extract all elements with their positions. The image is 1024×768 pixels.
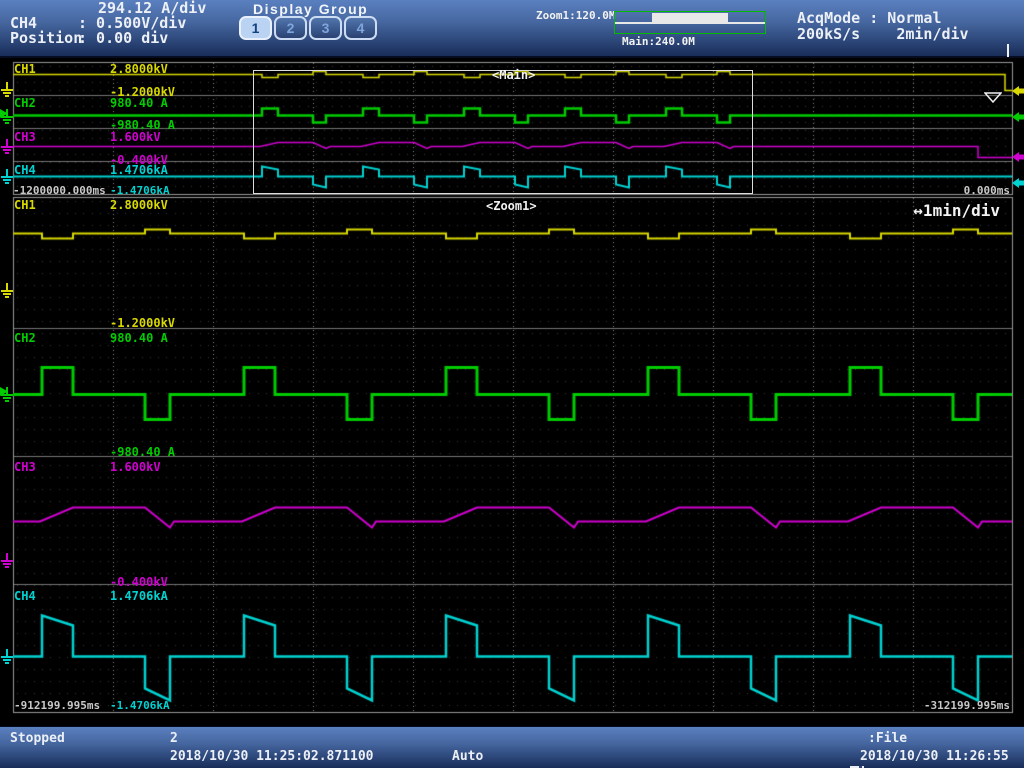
acquisition-state: Stopped	[10, 732, 65, 745]
main-ch2-label: CH2	[14, 97, 36, 109]
header-bar: 294.12 A/div CH4 : 0.500V/div Position :…	[0, 0, 1024, 58]
main-ch3-label: CH3	[14, 131, 36, 143]
main-ch4-label: CH4	[14, 164, 36, 176]
zoom-ch2-top-value: 980.40 A	[110, 332, 168, 344]
display-group-label: Display Group	[253, 2, 368, 16]
zoom1-window-box[interactable]	[253, 70, 753, 194]
zoom-ch3-ground-icon	[0, 553, 14, 568]
acq-mode-text: AcqMode : Normal	[797, 11, 942, 26]
file-label: :File	[868, 732, 907, 745]
zoom-ch1-ground-icon	[0, 283, 14, 298]
trigger-position-marker[interactable]	[984, 60, 1023, 135]
zoom-timebase-label: ↔1min/div	[913, 203, 1000, 219]
main-ch1-top-value: 2.8000kV	[110, 63, 168, 75]
trigger-time-tick	[1007, 44, 1009, 57]
zoom-window-fill[interactable]	[652, 13, 728, 22]
ch3-position-marker[interactable]	[1012, 151, 1024, 163]
status-bar: Stopped 2 2018/10/30 11:25:02.871100 Aut…	[0, 726, 1024, 768]
system-datetime: 2018/10/30 11:26:55	[860, 750, 1009, 763]
main-ch2-top-value: 980.40 A	[110, 97, 168, 109]
zoom-bar-midline	[615, 22, 765, 24]
main-ch3-top-value: 1.600kV	[110, 131, 161, 143]
zoom-right-timestamp: -312199.995ms	[924, 700, 1010, 711]
trigger-mode: Auto	[452, 750, 483, 763]
position-label: Position	[10, 31, 82, 46]
trigger-count: 2	[170, 732, 178, 745]
zoom-view-title: <Zoom1>	[486, 200, 537, 212]
main-left-timestamp: -1200000.000ms	[13, 185, 106, 196]
main-ch2-ground-icon	[0, 109, 14, 124]
zoom-position-bar[interactable]	[614, 11, 766, 34]
zoom-ch4-label: CH4	[14, 590, 36, 602]
display-group-button-1[interactable]: 1	[239, 16, 272, 40]
display-group-button-2[interactable]: 2	[274, 16, 307, 40]
zoom-ch4-top-value: 1.4706kA	[110, 590, 168, 602]
zoom-ch2-label: CH2	[14, 332, 36, 344]
main-ch4-bottom-value: -1.4706kA	[110, 185, 170, 196]
ch4-position-marker[interactable]	[1012, 177, 1024, 189]
zoom-ch1-label: CH1	[14, 199, 36, 211]
main-ch1-ground-icon	[0, 82, 14, 97]
display-group-button-3[interactable]: 3	[309, 16, 342, 40]
main-view-title: <Main>	[492, 69, 535, 81]
main-right-timestamp: 0.000ms	[964, 185, 1010, 196]
scope-screen: 294.12 A/div CH4 : 0.500V/div Position :…	[0, 0, 1024, 768]
zoom-ch4-bottom-value: -1.4706kA	[110, 700, 170, 711]
main-range-label: Main:240.0M	[622, 36, 695, 47]
main-ch4-ground-icon	[0, 169, 14, 184]
zoom-range-label: Zoom1:120.0M	[536, 10, 615, 21]
zoom-ch4-ground-icon	[0, 649, 14, 664]
main-ch4-top-value: 1.4706kA	[110, 164, 168, 176]
sample-rate-text: 200kS/s 2min/div	[797, 27, 969, 42]
position-value: : 0.00 div	[78, 31, 168, 46]
zoom-ch3-bottom-value: -0.400kV	[110, 576, 168, 588]
acquisition-datetime: 2018/10/30 11:25:02.871100	[170, 750, 374, 763]
main-ch3-ground-icon	[0, 139, 14, 154]
zoom-ch3-top-value: 1.600kV	[110, 461, 161, 473]
zoom-ch1-bottom-value: -1.2000kV	[110, 317, 175, 329]
display-group-button-4[interactable]: 4	[344, 16, 377, 40]
zoom-ch3-label: CH3	[14, 461, 36, 473]
main-ch1-label: CH1	[14, 63, 36, 75]
zoom-left-timestamp: -912199.995ms	[14, 700, 100, 711]
zoom-ch2-ground-icon	[0, 387, 14, 402]
zoom-ch2-bottom-value: -980.40 A	[110, 446, 175, 458]
zoom-ch1-top-value: 2.8000kV	[110, 199, 168, 211]
